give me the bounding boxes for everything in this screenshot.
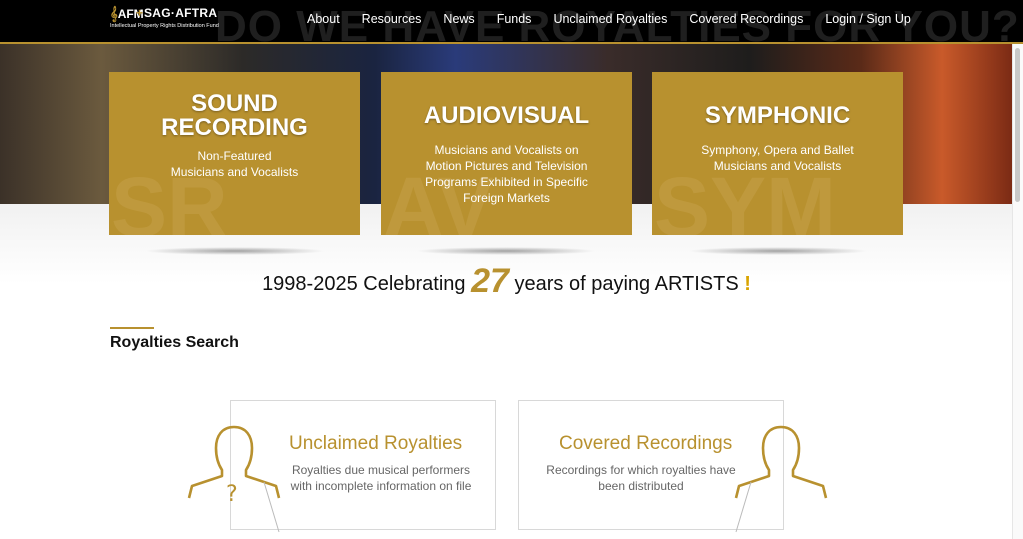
person-icon [734, 425, 828, 533]
celebration-prefix: 1998-2025 Celebrating [262, 273, 466, 295]
card-shadow [145, 247, 325, 255]
card-shadow [688, 247, 868, 255]
logo-plus: + [136, 6, 144, 20]
person-question-icon: ? [187, 425, 281, 533]
card-symphonic[interactable]: SYM SYMPHONIC Symphony, Opera and Ballet… [652, 72, 903, 235]
menu-resources[interactable]: Resources [362, 12, 422, 26]
years-count: 27 [471, 262, 509, 300]
menu-login-signup[interactable]: Login / Sign Up [825, 12, 910, 26]
card-title: SYMPHONIC [704, 102, 851, 129]
panel-description: Royalties due musical performers with in… [290, 463, 472, 493]
card-description: Musicians and Vocalists on Motion Pictur… [425, 143, 588, 205]
logo-sag-aftra: SAG·AFTRA [144, 6, 218, 20]
main-menu: About Resources News Funds Unclaimed Roy… [296, 0, 922, 38]
question-mark-glyph: ? [226, 482, 238, 507]
site-logo[interactable]: 𝄞AFM + SAG·AFTRA Intellectual Property R… [110, 6, 220, 36]
celebration-banner: 1998-2025 Celebrating 27 years of paying… [0, 262, 1013, 301]
top-nav: DO WE HAVE ROYALTIES FOR YOU? 𝄞AFM + SAG… [0, 0, 1023, 51]
card-audiovisual[interactable]: AV AUDIOVISUAL Musicians and Vocalists o… [381, 72, 632, 235]
menu-covered-recordings[interactable]: Covered Recordings [689, 12, 803, 26]
card-sound-recording[interactable]: SR SOUND RECORDING Non-Featured Musicians… [109, 72, 360, 235]
panel-title: Covered Recordings [559, 433, 733, 454]
page-scrollbar[interactable] [1012, 44, 1023, 539]
menu-about[interactable]: About [307, 12, 340, 26]
menu-news[interactable]: News [443, 12, 474, 26]
menu-funds[interactable]: Funds [497, 12, 532, 26]
exclamation-mark: ! [744, 273, 751, 295]
menu-unclaimed-royalties[interactable]: Unclaimed Royalties [553, 12, 667, 26]
card-shadow [416, 247, 596, 255]
logo-subtitle: Intellectual Property Rights Distributio… [110, 23, 219, 29]
card-watermark: SYM [654, 160, 837, 235]
panel-description: Recordings for which royalties have been… [546, 463, 736, 493]
card-description: Symphony, Opera and Ballet Musicians and… [701, 143, 854, 173]
card-description: Non-Featured Musicians and Vocalists [170, 149, 299, 179]
treble-clef-icon: 𝄞 [110, 6, 118, 21]
card-title: SOUND RECORDING [161, 90, 308, 141]
card-title: AUDIOVISUAL [423, 102, 590, 129]
celebration-suffix: years of paying ARTISTS [514, 273, 739, 295]
scrollbar-thumb[interactable] [1015, 48, 1020, 202]
section-title: Royalties Search [110, 334, 239, 351]
section-accent-bar [110, 327, 154, 329]
panel-title: Unclaimed Royalties [289, 433, 463, 454]
